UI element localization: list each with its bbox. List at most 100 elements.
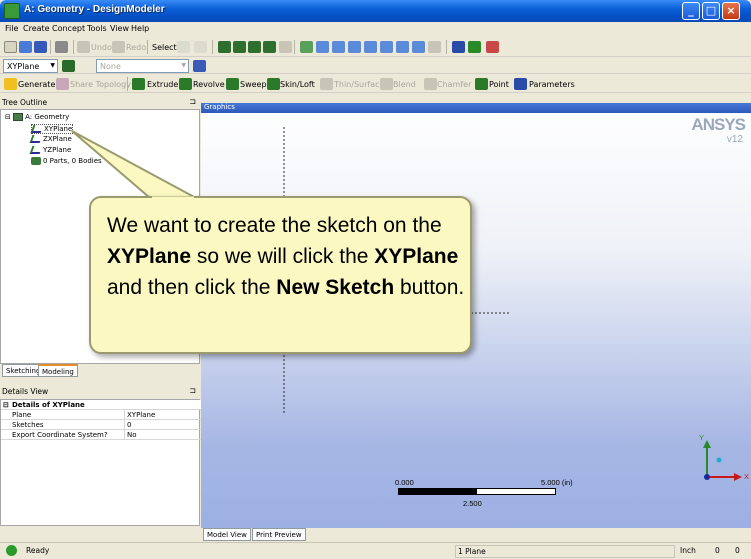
sketch-select[interactable]: None ▼ xyxy=(96,59,189,73)
edge-filter-icon[interactable] xyxy=(233,41,246,53)
rotate-icon[interactable] xyxy=(300,41,313,53)
menu-file[interactable]: File xyxy=(5,24,18,33)
geometry-icon xyxy=(13,113,24,121)
chamfer-button[interactable]: Chamfer xyxy=(437,80,471,89)
skin-loft-button[interactable]: Skin/Loft xyxy=(280,80,315,89)
zoom-window-icon[interactable] xyxy=(380,41,393,53)
zoom-out-icon[interactable] xyxy=(412,41,425,53)
tab-print-preview[interactable]: Print Preview xyxy=(252,528,306,541)
extrude-button[interactable]: Extrude xyxy=(147,80,178,89)
new-sketch-icon[interactable] xyxy=(193,60,206,72)
menu-bar: File Create Concept Tools View Help xyxy=(0,22,751,37)
zoom-in-icon[interactable] xyxy=(396,41,409,53)
tree-root[interactable]: ⊟ A: Geometry xyxy=(5,113,69,121)
parameters-icon xyxy=(514,78,527,90)
save-as-icon[interactable] xyxy=(34,41,47,53)
tree-item-label: 0 Parts, 0 Bodies xyxy=(43,157,102,165)
menu-help[interactable]: Help xyxy=(131,24,149,33)
details-value: 0 xyxy=(127,421,132,429)
menu-tools[interactable]: Tools xyxy=(87,24,107,33)
callout-bold-3: New Sketch xyxy=(276,276,395,299)
graphics-tabs: Model View Print Preview xyxy=(201,528,751,542)
pin-icon[interactable]: ⊐ xyxy=(189,97,196,106)
tutorial-callout: We want to create the sketch on the XYPl… xyxy=(89,196,472,354)
details-group-row[interactable]: ⊟ Details of XYPlane xyxy=(1,400,201,410)
callout-text-1: We want to create the sketch on the xyxy=(107,214,442,237)
iso-view-icon[interactable] xyxy=(428,41,441,53)
help-icon[interactable] xyxy=(486,41,499,53)
look-at-icon[interactable] xyxy=(452,41,465,53)
details-view-header: Details View ⊐ xyxy=(0,386,200,397)
scale-left-label: 0.000 xyxy=(395,478,414,487)
box-zoom-icon[interactable] xyxy=(348,41,361,53)
face-filter-icon[interactable] xyxy=(248,41,261,53)
column-divider xyxy=(124,410,125,440)
point-filter-icon[interactable] xyxy=(218,41,231,53)
callout-text-3: and then click the xyxy=(107,276,277,299)
details-row-plane[interactable]: Plane XYPlane xyxy=(1,410,201,420)
collapse-icon[interactable]: ⊟ xyxy=(5,113,11,121)
sweep-button[interactable]: Sweep xyxy=(240,80,267,89)
details-view-title: Details View xyxy=(2,387,49,396)
minimize-button[interactable]: _ xyxy=(682,2,700,20)
share-topology-button[interactable]: Share Topology xyxy=(70,80,131,89)
generate-button[interactable]: Generate xyxy=(18,80,55,89)
tree-item-zxplane[interactable]: ZXPlane xyxy=(29,135,72,143)
close-button[interactable]: × xyxy=(722,2,740,20)
menu-concept[interactable]: Concept xyxy=(52,24,85,33)
extrude-icon xyxy=(132,78,145,90)
menu-create[interactable]: Create xyxy=(23,24,50,33)
save-icon[interactable] xyxy=(19,41,32,53)
menu-view[interactable]: View xyxy=(110,24,129,33)
plane-toolbar: XYPlane ▼ None ▼ xyxy=(0,57,751,74)
tree-item-yzplane[interactable]: YZPlane xyxy=(29,146,71,154)
chamfer-icon xyxy=(424,78,437,90)
tab-model-view[interactable]: Model View xyxy=(203,528,251,541)
undo-icon[interactable] xyxy=(77,41,90,53)
parameters-button[interactable]: Parameters xyxy=(529,80,575,89)
plane-icon xyxy=(30,125,44,133)
collapse-icon[interactable]: ⊟ xyxy=(3,401,9,409)
tree-item-parts[interactable]: 0 Parts, 0 Bodies xyxy=(31,157,102,165)
details-row-sketches[interactable]: Sketches 0 xyxy=(1,420,201,430)
zoom-icon[interactable] xyxy=(332,41,345,53)
body-filter-icon[interactable] xyxy=(263,41,276,53)
pan-icon[interactable] xyxy=(316,41,329,53)
skin-loft-icon xyxy=(267,78,280,90)
redo-icon[interactable] xyxy=(112,41,125,53)
select-filter-icon[interactable] xyxy=(194,41,207,53)
chevron-down-icon: ▼ xyxy=(50,62,55,69)
point-button[interactable]: Point xyxy=(489,80,509,89)
thin-surface-button[interactable]: Thin/Surface xyxy=(334,80,384,89)
zoom-fit-icon[interactable] xyxy=(364,41,377,53)
pin-icon[interactable]: ⊐ xyxy=(189,386,196,395)
export-icon[interactable] xyxy=(55,41,68,53)
plane-select[interactable]: XYPlane ▼ xyxy=(3,59,58,73)
maximize-button[interactable]: □ xyxy=(702,2,720,20)
revolve-button[interactable]: Revolve xyxy=(193,80,225,89)
plane-icon xyxy=(29,135,43,143)
details-row-export[interactable]: Export Coordinate System? No xyxy=(1,430,201,440)
new-icon[interactable] xyxy=(4,41,17,53)
blend-icon xyxy=(380,78,393,90)
status-ready: Ready xyxy=(26,546,50,555)
tree-root-label: A: Geometry xyxy=(25,113,70,121)
scale-mid-label: 2.500 xyxy=(463,499,482,508)
status-units: Inch xyxy=(680,546,696,555)
status-value-2: 0 xyxy=(735,546,740,555)
undo-button[interactable]: Undo xyxy=(91,43,112,52)
mode-tabs: Sketching Modeling xyxy=(0,364,200,378)
tab-modeling[interactable]: Modeling xyxy=(38,364,78,377)
redo-button[interactable]: Redo xyxy=(126,43,146,52)
extend-select-icon[interactable] xyxy=(279,41,292,53)
select-mode-icon[interactable] xyxy=(177,41,190,53)
window-title: A: Geometry - DesignModeler xyxy=(24,4,165,15)
blend-button[interactable]: Blend xyxy=(393,80,416,89)
display-icon[interactable] xyxy=(468,41,481,53)
tree-item-xyplane[interactable]: XYPlane xyxy=(30,124,74,134)
point-icon xyxy=(475,78,488,90)
details-label: Sketches xyxy=(12,421,44,429)
new-plane-icon[interactable] xyxy=(62,60,75,72)
details-value: XYPlane xyxy=(127,411,156,419)
app-icon xyxy=(4,3,20,19)
